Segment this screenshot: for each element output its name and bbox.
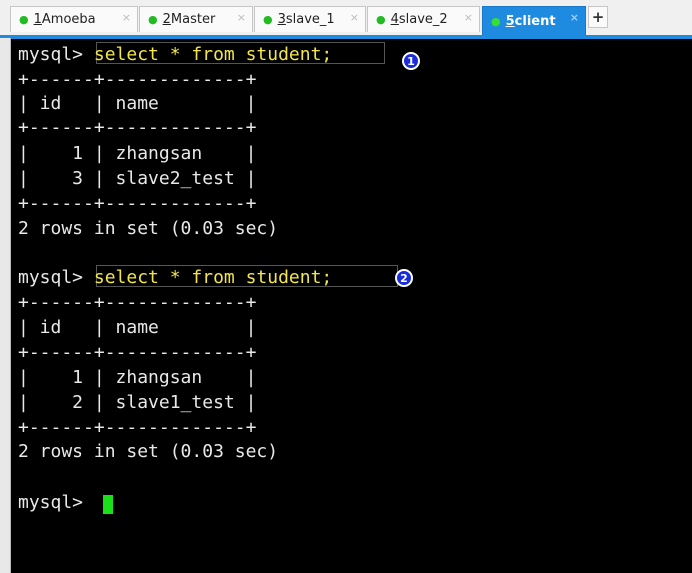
- close-icon[interactable]: ×: [570, 11, 579, 24]
- tab-label: Amoeba: [41, 12, 96, 27]
- green-dot-icon: ●: [376, 13, 386, 26]
- prompt: mysql>: [18, 44, 94, 65]
- table-border-mid: +------+-------------+: [18, 117, 257, 138]
- command-line-3: mysql>: [18, 492, 94, 513]
- window-left-border: [0, 38, 11, 573]
- terminal-output[interactable]: mysql> select * from student; 1 +------+…: [11, 39, 692, 573]
- prompt: mysql>: [18, 267, 94, 288]
- table-border-bottom: +------+-------------+: [18, 417, 257, 438]
- table-border-mid: +------+-------------+: [18, 342, 257, 363]
- tab-slave-1[interactable]: ● 3 slave_1 ×: [254, 6, 366, 32]
- close-icon[interactable]: ×: [237, 11, 246, 24]
- tab-label: slave_1: [285, 12, 335, 27]
- green-dot-icon: ●: [263, 13, 273, 26]
- tab-label: client: [514, 14, 556, 29]
- green-dot-icon: ●: [148, 13, 158, 26]
- tab-number: 2: [162, 12, 171, 27]
- result-summary: 2 rows in set (0.03 sec): [18, 441, 279, 462]
- command-line-1: mysql> select * from student;: [18, 43, 332, 67]
- tab-label: Master: [170, 12, 216, 27]
- table-header: | id | name |: [18, 317, 257, 338]
- annotation-marker-2: 2: [395, 269, 413, 287]
- tab-client[interactable]: ● 5 client ×: [482, 6, 586, 36]
- tab-master[interactable]: ● 2 Master ×: [139, 6, 253, 32]
- sql-command: select * from student;: [93, 44, 333, 65]
- close-icon[interactable]: ×: [350, 11, 359, 24]
- table-border-top: +------+-------------+: [18, 292, 257, 313]
- tab-number: 1: [33, 12, 42, 27]
- table-row: | 1 | zhangsan |: [18, 367, 257, 388]
- table-row: | 1 | zhangsan |: [18, 143, 257, 164]
- command-line-2: mysql> select * from student;: [18, 266, 332, 290]
- tab-number: 4: [390, 12, 399, 27]
- tab-number: 3: [277, 12, 286, 27]
- close-icon[interactable]: ×: [464, 11, 473, 24]
- result-summary: 2 rows in set (0.03 sec): [18, 218, 279, 239]
- table-border-top: +------+-------------+: [18, 69, 257, 90]
- table-row: | 2 | slave1_test |: [18, 392, 257, 413]
- tab-label: slave_2: [398, 12, 448, 27]
- green-dot-icon: ●: [491, 15, 501, 28]
- plus-icon[interactable]: +: [588, 6, 608, 28]
- table-border-bottom: +------+-------------+: [18, 193, 257, 214]
- close-icon[interactable]: ×: [122, 11, 131, 24]
- sql-command: select * from student;: [93, 267, 333, 288]
- text-cursor: [103, 495, 113, 514]
- tab-bar: ● 1 Amoeba × ● 2 Master × ● 3 slave_1 × …: [0, 0, 692, 36]
- table-header: | id | name |: [18, 93, 257, 114]
- table-row: | 3 | slave2_test |: [18, 168, 257, 189]
- tab-amoeba[interactable]: ● 1 Amoeba ×: [10, 6, 138, 32]
- tab-slave-2[interactable]: ● 4 slave_2 ×: [367, 6, 480, 32]
- tab-number: 5: [505, 14, 515, 29]
- annotation-marker-1: 1: [402, 52, 420, 70]
- green-dot-icon: ●: [19, 13, 29, 26]
